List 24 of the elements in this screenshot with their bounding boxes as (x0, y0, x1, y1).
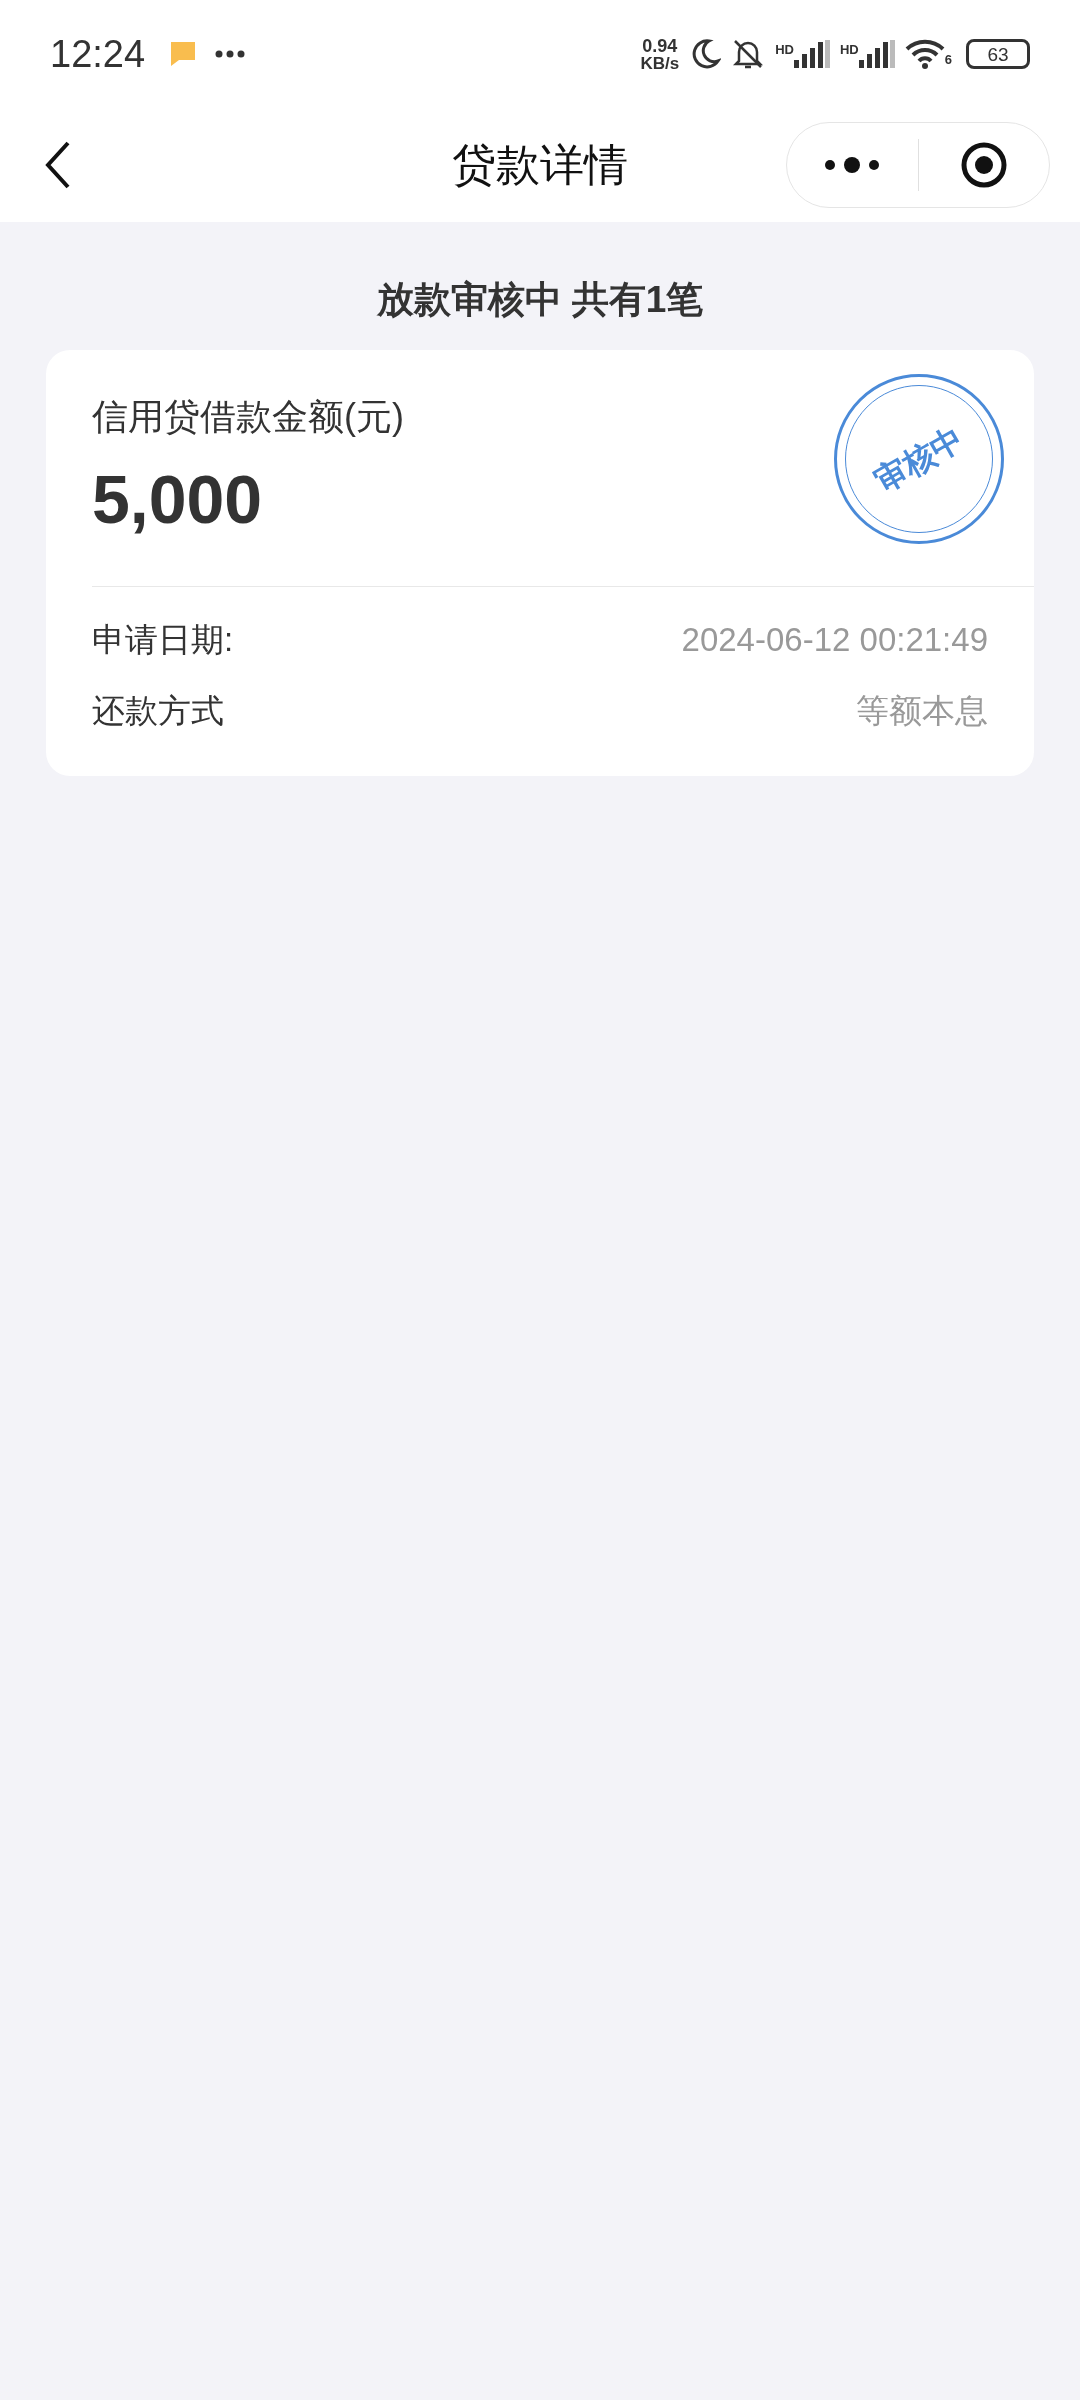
wifi-icon (904, 39, 945, 69)
signal-icon (794, 40, 830, 68)
network-speed: 0.94 (642, 36, 678, 55)
page-title: 贷款详情 (452, 139, 628, 191)
back-icon[interactable] (44, 140, 72, 190)
wifi-label: 6 (944, 50, 952, 69)
detail-value: 2024-06-12 00:21:49 (681, 619, 988, 660)
detail-label: 还款方式 (92, 691, 224, 731)
target-icon[interactable] (959, 141, 1008, 189)
summary-heading: 放款审核中 共有1笔 (376, 278, 704, 322)
speed-unit: KB/s (640, 54, 680, 72)
signal-icon (858, 40, 895, 68)
status-time: 12:24 (50, 31, 146, 77)
battery-indicator: 63 (966, 39, 1030, 69)
hd-label: HD (840, 41, 859, 59)
amount-label: 信用贷借款金额(元) (92, 394, 404, 439)
loan-amount: 5,000 (92, 459, 264, 539)
status-stamp: 审核中 (834, 373, 1004, 544)
detail-label: 申请日期: (92, 619, 234, 660)
message-icon (169, 40, 198, 68)
hd-label: HD (775, 41, 794, 59)
more-icon[interactable] (824, 157, 881, 173)
detail-value: 等额本息 (856, 691, 988, 731)
more-icon (215, 50, 246, 58)
